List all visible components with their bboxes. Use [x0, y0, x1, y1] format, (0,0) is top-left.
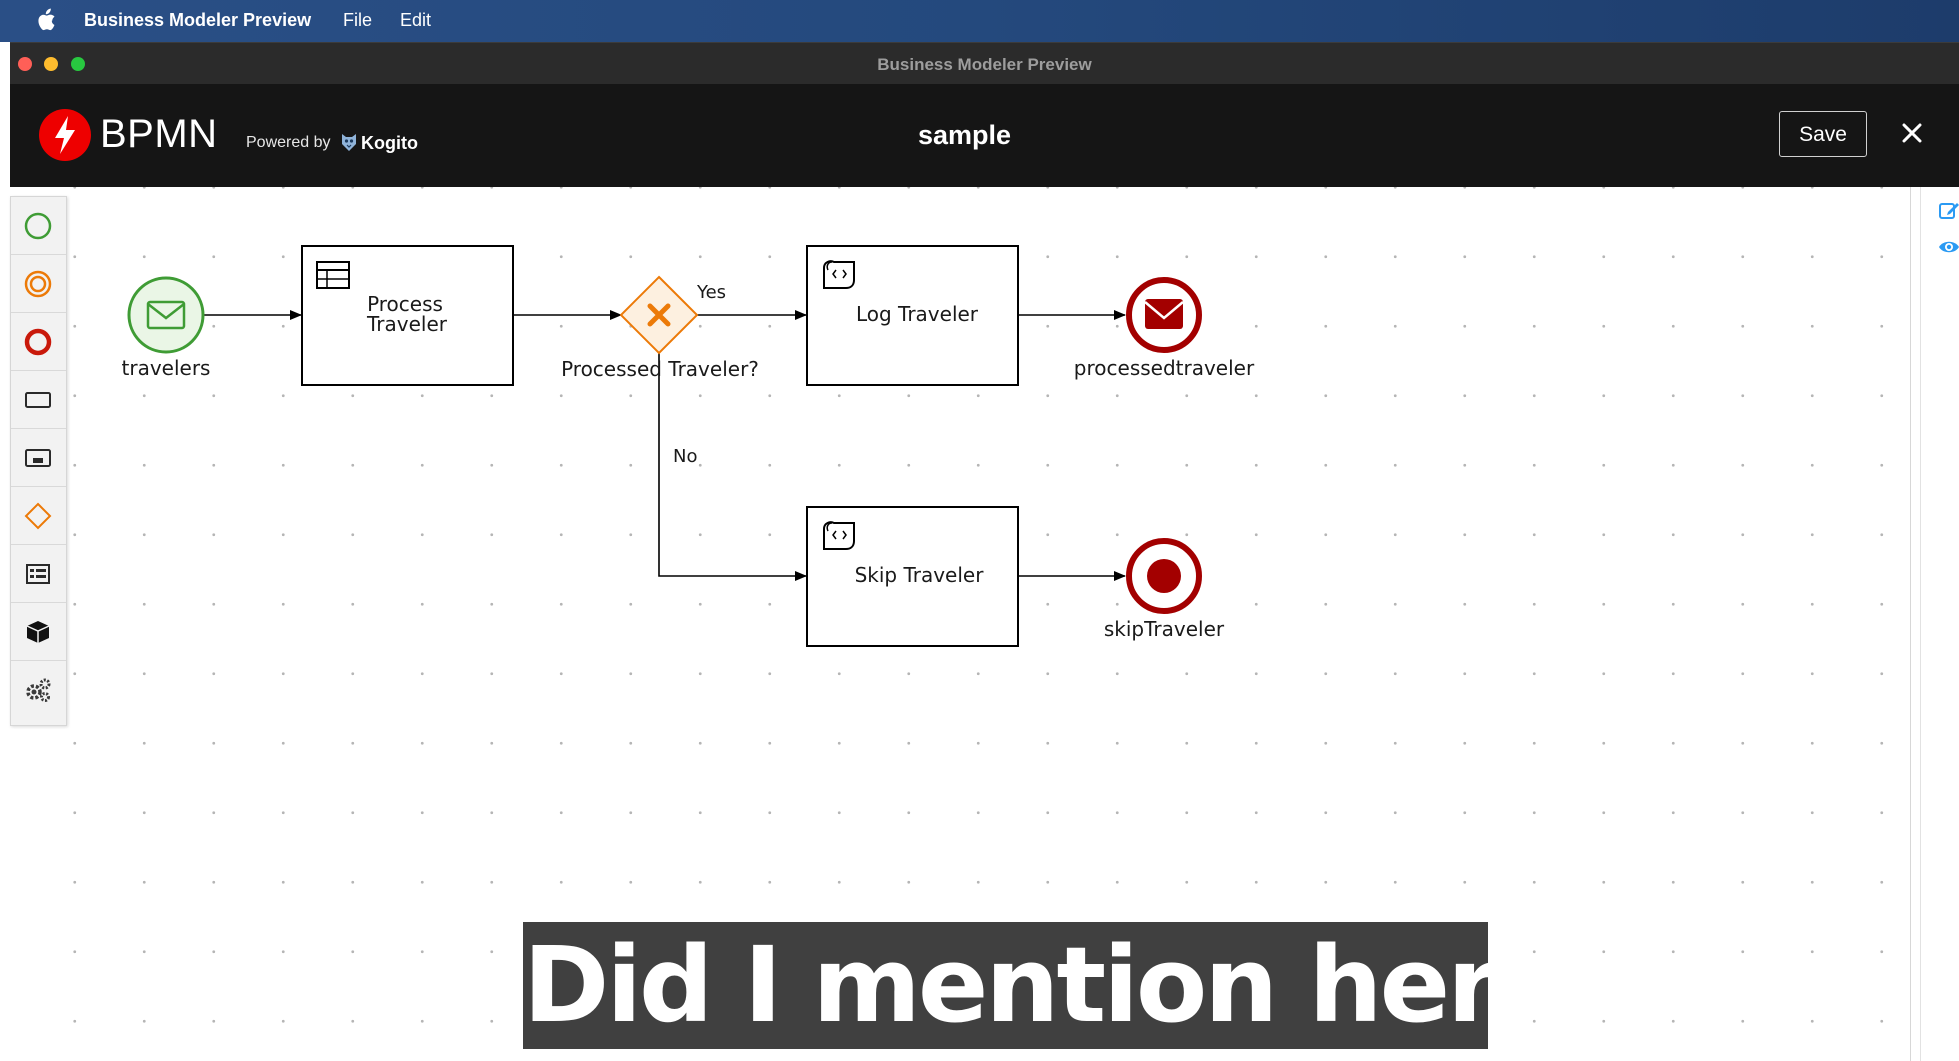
- task-skip-traveler-label: Skip Traveler: [855, 563, 985, 587]
- terminate-dot-icon: [1147, 559, 1181, 593]
- task-process-traveler-label-line2: Traveler: [366, 312, 448, 336]
- bpmn-diagram: Yes No travelers Process Traveler Proces…: [122, 245, 1255, 647]
- gateway-label: Processed Traveler?: [561, 357, 759, 381]
- task-log-traveler-label: Log Traveler: [856, 302, 979, 326]
- edge-label-yes: Yes: [696, 282, 726, 303]
- exclusive-gateway[interactable]: [619, 275, 699, 355]
- edge-label-no: No: [673, 446, 697, 467]
- start-event-label: travelers: [122, 356, 211, 380]
- video-caption: Did I mention here?: [523, 922, 1488, 1049]
- end-event-skip-label: skipTraveler: [1104, 617, 1225, 641]
- envelope-filled-icon: [1144, 299, 1184, 329]
- end-event-processed-label: processedtraveler: [1074, 356, 1255, 380]
- end-terminate-event[interactable]: [1126, 538, 1202, 614]
- start-message-event[interactable]: [127, 276, 205, 354]
- end-message-event[interactable]: [1126, 277, 1202, 353]
